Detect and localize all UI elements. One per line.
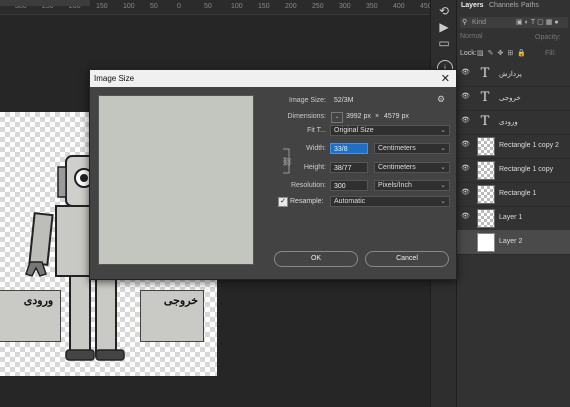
layer-row[interactable]: 👁 Rectangle 1 copy bbox=[457, 158, 570, 183]
image-preview[interactable] bbox=[98, 95, 254, 265]
history-icon[interactable]: ⟲ bbox=[437, 4, 451, 18]
height-input[interactable]: 38/77 bbox=[330, 162, 368, 173]
layers-panel: Layers Channels Paths ⚲ Kind ▣◐T▢▦● Norm… bbox=[456, 0, 570, 407]
dimensions-width: 3992 px bbox=[346, 113, 371, 120]
chevron-down-icon: ⌄ bbox=[440, 198, 446, 205]
layer-row[interactable]: 👁 T خروجی bbox=[457, 86, 570, 111]
layer-filter-kind[interactable]: Kind bbox=[472, 19, 486, 26]
layer-name: خروجی bbox=[499, 95, 521, 102]
layer-row[interactable]: 👁 Rectangle 1 copy 2 bbox=[457, 134, 570, 159]
visibility-eye-icon[interactable]: 👁 bbox=[461, 69, 470, 76]
layer-row[interactable]: 👁 Layer 1 bbox=[457, 206, 570, 231]
tab-paths[interactable]: Paths bbox=[521, 0, 539, 12]
layer-row[interactable]: 👁 T پردازش bbox=[457, 62, 570, 87]
output-box-label: خروجی bbox=[163, 295, 199, 307]
output-box: خروجی bbox=[140, 290, 204, 342]
dialog-title-bar: Image Size ✕ bbox=[90, 70, 456, 87]
search-icon: ⚲ bbox=[462, 19, 468, 26]
width-label: Width: bbox=[306, 145, 326, 152]
layer-thumbnail bbox=[477, 161, 495, 180]
resolution-unit-select[interactable]: Pixels/Inch ⌄ bbox=[374, 180, 450, 191]
layer-row[interactable]: 👁 T ورودی bbox=[457, 110, 570, 135]
ruler-tick-label: 250 bbox=[312, 3, 324, 10]
layer-name: Rectangle 1 bbox=[499, 190, 537, 197]
layer-row[interactable]: 👁 Rectangle 1 bbox=[457, 182, 570, 207]
document-tab[interactable] bbox=[0, 0, 90, 6]
chevron-down-icon: ⌄ bbox=[440, 145, 446, 152]
lock-label: Lock: bbox=[460, 50, 477, 57]
dimensions-label: Dimensions: bbox=[287, 113, 326, 120]
visibility-eye-icon[interactable]: 👁 bbox=[461, 165, 470, 172]
width-unit-select[interactable]: Centimeters ⌄ bbox=[374, 143, 450, 154]
settings-gear-icon[interactable]: ⚙ bbox=[437, 94, 445, 105]
input-box-label: ورودی bbox=[23, 295, 54, 307]
dimensions-separator: × bbox=[375, 113, 380, 120]
ruler-tick-label: 50 bbox=[204, 3, 212, 10]
ruler-tick-label: 200 bbox=[285, 3, 297, 10]
play-icon[interactable]: ▶ bbox=[437, 20, 451, 34]
ruler-tick-label: 400 bbox=[393, 3, 405, 10]
layer-filter-bar: ⚲ Kind ▣◐T▢▦● bbox=[460, 17, 568, 28]
visibility-eye-icon[interactable]: 👁 bbox=[461, 213, 470, 220]
resample-checkbox[interactable]: ✓ bbox=[278, 197, 288, 207]
close-icon[interactable]: ✕ bbox=[441, 72, 450, 85]
height-label: Height: bbox=[303, 164, 326, 171]
layer-row[interactable]: Layer 2 bbox=[457, 230, 570, 255]
layer-name: Layer 1 bbox=[499, 214, 523, 221]
blend-mode-select[interactable]: Normal bbox=[460, 33, 520, 43]
height-unit-select[interactable]: Centimeters ⌄ bbox=[374, 162, 450, 173]
filter-icons[interactable]: ▣◐T▢▦● bbox=[516, 18, 561, 26]
image-size-value: 52/3M bbox=[334, 97, 354, 104]
comment-icon[interactable]: ▭ bbox=[437, 36, 451, 50]
ruler-tick-label: 100 bbox=[123, 3, 135, 10]
ruler-tick-label: 100 bbox=[231, 3, 243, 10]
layer-thumbnail bbox=[477, 233, 495, 252]
fill-label: Fill: bbox=[545, 50, 556, 57]
layer-name: Layer 2 bbox=[499, 238, 523, 245]
fit-to-select[interactable]: Original Size ⌄ bbox=[330, 125, 450, 136]
ok-button[interactable]: OK bbox=[274, 251, 358, 267]
image-size-label: Image Size: bbox=[289, 97, 326, 104]
fit-to-label: Fit T... bbox=[307, 127, 326, 134]
ruler-tick-label: 300 bbox=[339, 3, 351, 10]
chevron-down-icon: ⌄ bbox=[440, 164, 446, 171]
resample-label: Resample: bbox=[290, 198, 324, 205]
dimensions-height: 4579 px bbox=[384, 113, 409, 120]
ruler-tick-label: 0 bbox=[177, 3, 181, 10]
resolution-input[interactable]: 300 bbox=[330, 180, 368, 191]
ruler-tick-label: 350 bbox=[366, 3, 378, 10]
visibility-eye-icon[interactable]: 👁 bbox=[461, 141, 470, 148]
visibility-eye-icon[interactable]: 👁 bbox=[461, 189, 470, 196]
input-box: ورودی bbox=[0, 290, 61, 342]
cancel-button[interactable]: Cancel bbox=[365, 251, 449, 267]
text-layer-icon: T bbox=[480, 90, 490, 105]
text-layer-icon: T bbox=[480, 66, 490, 81]
tab-channels[interactable]: Channels bbox=[489, 0, 519, 12]
text-layer-icon: T bbox=[480, 114, 490, 129]
opacity-label: Opacity: bbox=[535, 34, 561, 41]
ruler-tick-label: 150 bbox=[96, 3, 108, 10]
layer-name: پردازش bbox=[499, 71, 522, 78]
visibility-eye-icon[interactable]: 👁 bbox=[461, 117, 470, 124]
resolution-label: Resolution: bbox=[290, 182, 326, 189]
layer-name: ورودی bbox=[499, 119, 518, 126]
chevron-down-icon: ⌄ bbox=[440, 127, 446, 134]
dimensions-chevron-icon[interactable]: ⌄ bbox=[331, 112, 343, 123]
layer-thumbnail bbox=[477, 185, 495, 204]
layer-name: Rectangle 1 copy 2 bbox=[499, 142, 559, 149]
visibility-eye-icon[interactable]: 👁 bbox=[461, 93, 470, 100]
layer-thumbnail bbox=[477, 137, 495, 156]
layer-name: Rectangle 1 copy bbox=[499, 166, 554, 173]
layer-thumbnail bbox=[477, 209, 495, 228]
width-input[interactable]: 33/8 bbox=[330, 143, 368, 154]
image-size-dialog: Image Size ✕ Image Size: 52/3M ⚙ Dimensi… bbox=[89, 69, 457, 280]
lock-icons[interactable]: ▨✎✥⊞🔒 bbox=[477, 49, 530, 57]
tab-layers[interactable]: Layers bbox=[461, 0, 484, 12]
chevron-down-icon: ⌄ bbox=[440, 182, 446, 189]
ruler-tick-label: 150 bbox=[258, 3, 270, 10]
ruler-tick-label: 50 bbox=[150, 3, 158, 10]
resample-select[interactable]: Automatic ⌄ bbox=[330, 196, 450, 207]
dialog-title: Image Size bbox=[94, 74, 135, 83]
